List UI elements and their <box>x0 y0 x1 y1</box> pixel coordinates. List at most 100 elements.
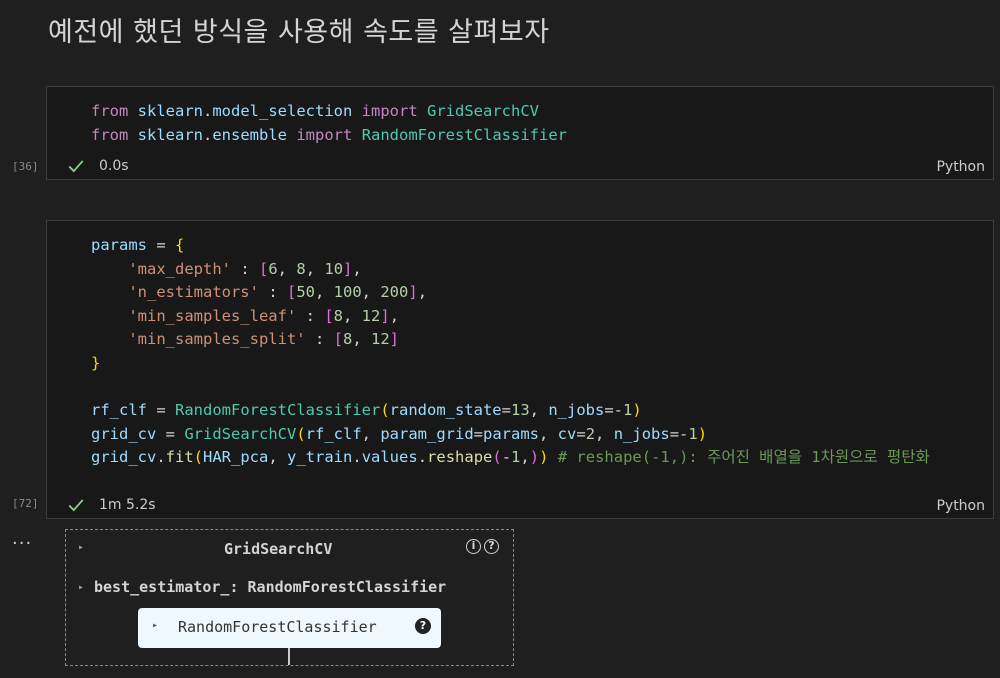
code-token: : <box>230 259 259 278</box>
info-icon[interactable]: i <box>466 539 481 554</box>
code-token: [ <box>324 306 334 325</box>
code-token: 200 <box>380 283 409 302</box>
language-picker[interactable]: Python <box>936 498 985 514</box>
code-line: grid_cv.fit(HAR_pca, y_train.values.resh… <box>91 446 930 470</box>
widget-title[interactable]: GridSearchCV <box>224 540 332 558</box>
expand-arrow-icon[interactable]: ▸ <box>152 620 158 631</box>
expand-arrow-icon[interactable]: ▸ <box>78 542 84 553</box>
code-token: , <box>268 448 288 467</box>
code-token: 1 <box>688 424 698 443</box>
help-icon[interactable]: ? <box>484 539 499 554</box>
code-token: = <box>147 401 175 420</box>
code-token: : <box>258 283 287 302</box>
success-check-icon <box>68 499 84 512</box>
code-editor-cell-1[interactable]: from sklearn.model_selection import Grid… <box>91 100 567 147</box>
markdown-heading: 예전에 했던 방식을 사용해 속도를 살펴보자 <box>48 17 550 48</box>
code-cell-1[interactable]: from sklearn.model_selection import Grid… <box>46 86 994 180</box>
code-token: , <box>361 283 381 302</box>
code-token: = <box>576 424 586 443</box>
code-token: reshape <box>427 448 493 467</box>
tree-connector <box>288 648 290 665</box>
code-token: import <box>361 102 418 120</box>
code-token: = <box>604 401 614 420</box>
code-line: 'min_samples_split' : [8, 12] <box>91 328 930 352</box>
estimator-label[interactable]: RandomForestClassifier <box>178 618 377 636</box>
execution-count-cell-2: [72] <box>12 497 39 510</box>
code-token: [ <box>258 259 269 278</box>
code-token: ( <box>296 424 306 443</box>
help-icon[interactable]: ? <box>415 618 431 634</box>
code-token: from <box>91 125 129 144</box>
code-token: , <box>361 424 381 443</box>
estimator-box[interactable]: ▸ RandomForestClassifier ? <box>138 608 441 648</box>
code-token: random_state <box>389 401 502 420</box>
code-token: 'min_samples_split' <box>128 330 306 349</box>
code-token: # reshape(-1,): 주어진 배열을 1차원으로 평탄화 <box>557 448 930 467</box>
code-token: = <box>156 424 185 443</box>
code-line: params = { <box>91 234 930 258</box>
code-token: - <box>613 401 624 420</box>
expand-arrow-icon[interactable]: ▸ <box>78 582 84 593</box>
code-token: 'min_samples_leaf' <box>128 306 297 325</box>
code-token: 1 <box>623 401 633 420</box>
code-token: = <box>669 424 680 443</box>
code-token: 12 <box>361 306 381 325</box>
code-token: = <box>147 236 175 254</box>
code-token: } <box>91 353 101 372</box>
code-token: sklearn <box>137 102 203 120</box>
code-token: fit <box>165 448 194 467</box>
code-token: 13 <box>510 401 530 420</box>
code-token: ] <box>389 330 400 349</box>
success-check-icon <box>68 160 84 173</box>
code-token: sklearn <box>137 125 203 144</box>
code-token: . <box>203 125 213 144</box>
code-token: , <box>595 424 614 443</box>
code-token: RandomForestClassifier <box>361 125 567 144</box>
code-token: , <box>520 448 530 467</box>
code-cell-2[interactable]: params = { 'max_depth' : [6, 8, 10], 'n_… <box>46 220 994 519</box>
code-token: , <box>305 259 325 278</box>
execution-time: 1m 5.2s <box>99 497 156 513</box>
code-token: n_jobs <box>548 401 605 420</box>
code-editor-cell-2[interactable]: params = { 'max_depth' : [6, 8, 10], 'n_… <box>91 234 930 470</box>
code-token: = <box>501 401 511 420</box>
code-line: from sklearn.ensemble import RandomFores… <box>91 124 567 148</box>
code-token: ) <box>529 448 540 467</box>
code-token: : <box>305 330 334 349</box>
code-token: y_train <box>287 448 353 467</box>
best-estimator-label[interactable]: best_estimator_: RandomForestClassifier <box>94 578 446 596</box>
code-token: 6 <box>268 259 278 278</box>
language-picker[interactable]: Python <box>936 159 985 175</box>
code-token: ) <box>697 424 708 443</box>
code-token: 50 <box>296 283 315 302</box>
code-token: , <box>352 259 362 278</box>
code-token: 10 <box>324 259 344 278</box>
output-more-actions-button[interactable]: ... <box>12 528 32 549</box>
code-token: params <box>91 236 147 254</box>
code-token: 1 <box>511 448 521 467</box>
code-token: [ <box>333 330 343 349</box>
code-token: ] <box>343 259 353 278</box>
code-token: grid_cv <box>91 448 157 467</box>
code-token: . <box>156 448 166 467</box>
cell-status: 1m 5.2s <box>67 495 156 515</box>
code-token: GridSearchCV <box>184 424 297 443</box>
code-token: 8 <box>296 259 306 278</box>
code-token: rf_clf <box>91 401 147 420</box>
code-token: 12 <box>371 330 390 349</box>
code-token: 'max_depth' <box>128 259 231 278</box>
code-token: ] <box>380 306 390 325</box>
code-token: param_grid <box>380 424 474 443</box>
execution-time: 0.0s <box>99 158 129 174</box>
code-token: . <box>417 448 428 467</box>
code-token: model_selection <box>212 102 353 120</box>
code-token: RandomForestClassifier <box>175 401 381 420</box>
code-token: 100 <box>333 283 362 302</box>
code-line: 'min_samples_leaf' : [8, 12], <box>91 305 930 329</box>
code-line: } <box>91 352 930 376</box>
code-token: ) <box>632 401 642 420</box>
